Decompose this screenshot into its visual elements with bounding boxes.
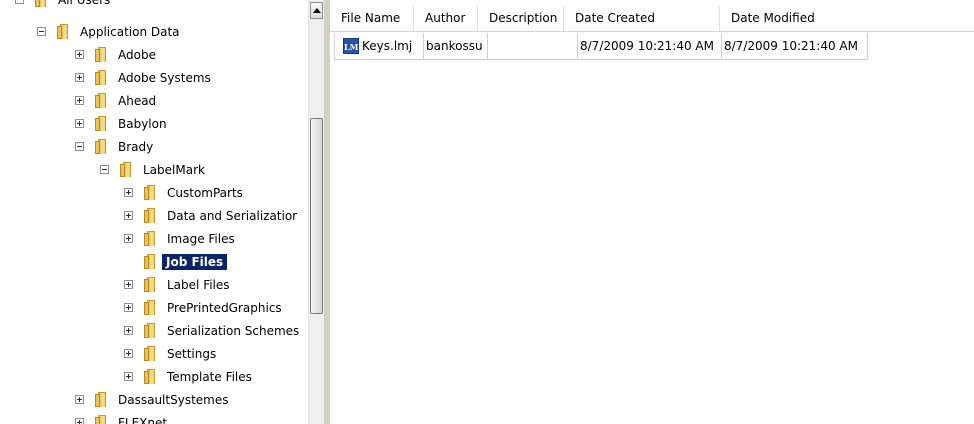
folder-icon — [120, 162, 136, 177]
description-cell — [488, 33, 578, 60]
column-header-author[interactable]: Author — [414, 6, 478, 31]
tree-item-label: FLEXnet — [118, 416, 168, 424]
tree-item-label: All Users — [58, 0, 111, 7]
tree-item-labelmark[interactable]: LabelMark — [0, 159, 308, 182]
tree-item-label: Template Files — [167, 370, 252, 384]
tree-item-label: DassaultSystemes — [118, 393, 229, 407]
collapse-icon[interactable] — [15, 0, 24, 4]
folder-icon — [95, 139, 111, 154]
column-header-description[interactable]: Description — [478, 6, 564, 31]
folder-icon — [144, 369, 160, 384]
expand-icon[interactable] — [75, 96, 84, 105]
expand-icon[interactable] — [124, 211, 133, 220]
tree-item-ahead[interactable]: Ahead — [0, 90, 308, 113]
tree-item-label: Brady — [118, 140, 154, 154]
folder-icon — [144, 185, 160, 200]
folder-icon — [144, 208, 160, 223]
folder-icon — [144, 323, 160, 338]
tree-item-brady[interactable]: Brady — [0, 136, 308, 159]
tree-item-label: Ahead — [118, 94, 157, 108]
file-list-pane: File Name Author Description Date Create… — [330, 0, 974, 424]
folder-icon — [95, 415, 111, 424]
folder-icon — [95, 392, 111, 407]
expand-icon[interactable] — [124, 234, 133, 243]
tree-item-label: Label Files — [167, 278, 230, 292]
tree-item-data-and-serialization[interactable]: Data and Serializatior — [0, 205, 308, 228]
expand-icon[interactable] — [124, 280, 133, 289]
tree-item-label: Image Files — [167, 232, 235, 246]
column-header-date-modified[interactable]: Date Modified — [720, 6, 866, 31]
scrollbar-thumb[interactable] — [310, 118, 323, 314]
folder-icon — [144, 231, 160, 246]
tree-item-adobe[interactable]: Adobe — [0, 44, 308, 67]
tree-item-job-files[interactable]: Job Files — [0, 251, 308, 274]
expand-icon[interactable] — [75, 73, 84, 82]
expand-icon[interactable] — [124, 303, 133, 312]
folder-icon — [144, 277, 160, 292]
expand-icon[interactable] — [75, 119, 84, 128]
tree-item-adobe-systems[interactable]: Adobe Systems — [0, 67, 308, 90]
tree-item-babylon[interactable]: Babylon — [0, 113, 308, 136]
folder-icon — [95, 47, 111, 62]
tree-item-label: PrePrintedGraphics — [167, 301, 282, 315]
tree-item-preprintedgraphics[interactable]: PrePrintedGraphics — [0, 297, 308, 320]
folder-icon — [95, 93, 111, 108]
column-header-date-created[interactable]: Date Created — [564, 6, 720, 31]
folder-icon — [57, 24, 73, 39]
tree-item-image-files[interactable]: Image Files — [0, 228, 308, 251]
column-header-file-name[interactable]: File Name — [330, 6, 414, 31]
file-name-cell[interactable]: LM Keys.lmj — [334, 33, 424, 60]
folder-tree-pane: All Users Application Data Adobe Adobe S… — [0, 0, 324, 424]
expand-icon[interactable] — [124, 372, 133, 381]
tree-item-template-files[interactable]: Template Files — [0, 366, 308, 389]
date-modified-cell: 8/7/2009 10:21:40 AM — [722, 33, 868, 60]
tree-item-label: Babylon — [118, 117, 167, 131]
tree-item-label: Adobe Systems — [118, 71, 211, 85]
collapse-icon[interactable] — [37, 27, 46, 36]
tree-item-label: Settings — [167, 347, 217, 361]
folder-icon — [95, 70, 111, 85]
scroll-up-arrow-icon[interactable] — [310, 2, 323, 19]
tree-item-label: Serialization Schemes — [167, 324, 300, 338]
expand-icon[interactable] — [124, 326, 133, 335]
expand-icon[interactable] — [75, 50, 84, 59]
collapse-icon[interactable] — [75, 142, 84, 151]
folder-icon — [144, 254, 160, 269]
tree-item-serialization-schemes[interactable]: Serialization Schemes — [0, 320, 308, 343]
expand-icon[interactable] — [75, 418, 84, 424]
tree-item-label: Adobe — [118, 48, 156, 62]
folder-icon — [35, 0, 51, 7]
tree-item-label: Data and Serializatior — [167, 209, 298, 223]
file-list-header: File Name Author Description Date Create… — [330, 6, 974, 32]
collapse-icon[interactable] — [100, 165, 109, 174]
expand-icon[interactable] — [124, 188, 133, 197]
tree-item-settings[interactable]: Settings — [0, 343, 308, 366]
tree-item-label: LabelMark — [143, 163, 205, 177]
author-cell: bankossu — [424, 33, 488, 60]
folder-icon — [144, 300, 160, 315]
expand-icon[interactable] — [124, 349, 133, 358]
expand-icon[interactable] — [75, 395, 84, 404]
tree-item-label: Application Data — [80, 25, 180, 39]
folder-icon — [144, 346, 160, 361]
tree-item-all-users[interactable]: All Users — [0, 0, 308, 12]
tree-item-flexnet[interactable]: FLEXnet — [0, 412, 308, 424]
labelmark-file-icon: LM — [343, 37, 359, 54]
tree-vertical-scrollbar[interactable] — [308, 0, 324, 424]
tree-item-application-data[interactable]: Application Data — [0, 21, 308, 44]
folder-tree: All Users Application Data Adobe Adobe S… — [0, 0, 308, 424]
tree-item-customparts[interactable]: CustomParts — [0, 182, 308, 205]
tree-item-label: Job Files — [160, 253, 229, 271]
tree-item-dassaultsystemes[interactable]: DassaultSystemes — [0, 389, 308, 412]
tree-item-label: CustomParts — [167, 186, 243, 200]
file-name-text: Keys.lmj — [362, 39, 413, 53]
tree-item-label-files[interactable]: Label Files — [0, 274, 308, 297]
date-created-cell: 8/7/2009 10:21:40 AM — [578, 33, 722, 60]
folder-icon — [95, 116, 111, 131]
